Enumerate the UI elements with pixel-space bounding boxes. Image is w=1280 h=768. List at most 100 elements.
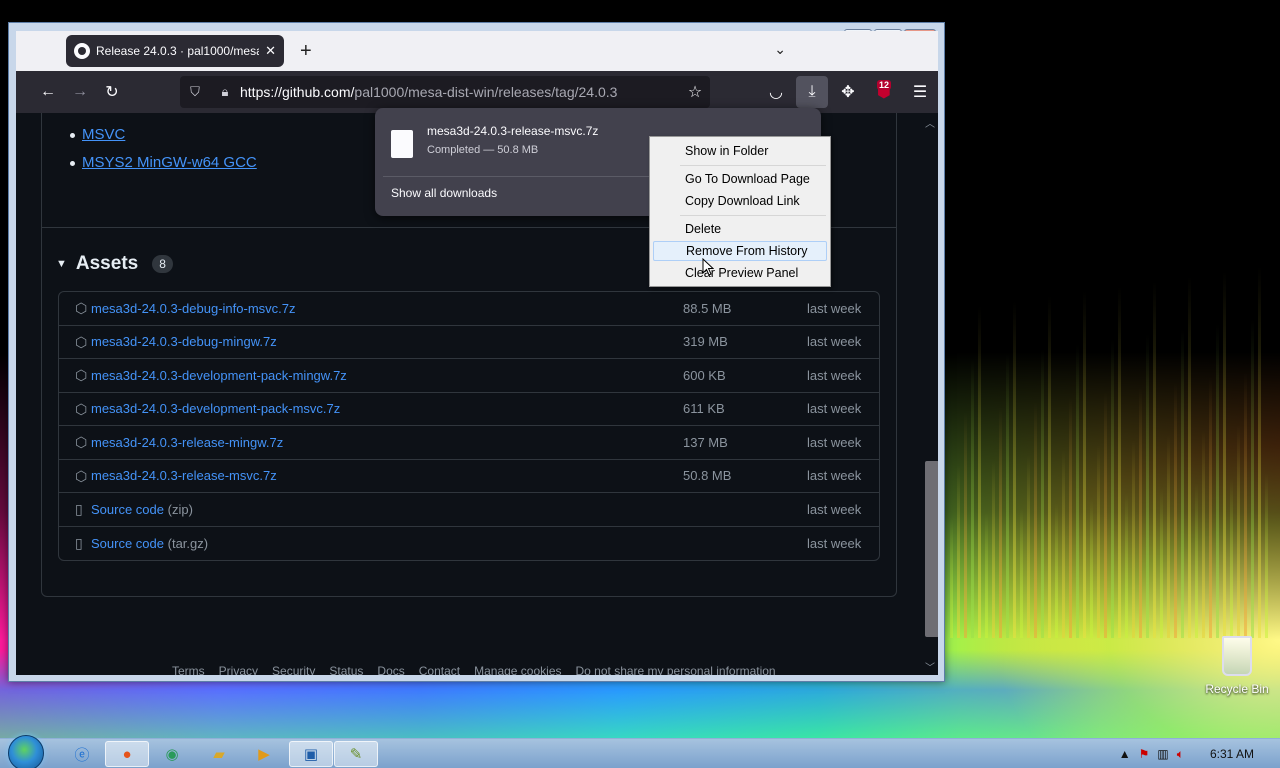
wallpaper-bar <box>957 465 960 638</box>
media-player-taskbar-icon[interactable]: ▶ <box>242 741 286 767</box>
tab-release[interactable]: Release 24.0.3 · pal1000/mesa-d ✕ <box>66 35 284 67</box>
network-icon[interactable]: ▥ <box>1157 747 1168 761</box>
wallpaper-bar <box>1160 488 1163 638</box>
link-msys2-mingw[interactable]: MSYS2 MinGW-w64 GCC <box>82 154 257 171</box>
volume-muted-icon[interactable]: 🔈︎ <box>1177 747 1184 762</box>
scroll-down-icon[interactable]: ﹀ <box>925 659 935 674</box>
package-icon: ⬡ <box>75 300 88 316</box>
asset-size: 611 KB <box>683 401 725 417</box>
table-row: ⬡ mesa3d-24.0.3-release-mingw.7z 137 MB las… <box>59 426 879 460</box>
asset-date: last week <box>807 367 862 383</box>
reload-button[interactable]: ↻ <box>96 76 128 108</box>
notepad-taskbar-icon[interactable]: ✎ <box>334 741 378 767</box>
ublock-origin-icon[interactable]: ⬢ 12 <box>868 76 900 108</box>
github-icon <box>74 43 90 59</box>
clock[interactable]: 6:31 AM <box>1210 747 1254 761</box>
forward-button[interactable]: → <box>64 76 96 108</box>
menu-item-remove-from-history[interactable]: Remove From History <box>653 241 827 261</box>
wallpaper-bar <box>1118 286 1121 638</box>
downloads-button[interactable]: ⤓ <box>796 76 828 108</box>
download-file-name[interactable]: mesa3d-24.0.3-release-msvc.7z <box>427 124 598 138</box>
pocket-icon[interactable]: ◡ <box>760 76 792 108</box>
recycle-bin-shortcut[interactable]: Recycle Bin <box>1200 636 1274 696</box>
file-zip-icon: ▯ <box>75 501 83 517</box>
package-icon: ⬡ <box>75 400 88 417</box>
footer-link[interactable]: Contact <box>419 664 460 675</box>
start-button[interactable] <box>8 735 44 768</box>
footer-link[interactable]: Terms <box>172 664 205 675</box>
wallpaper-bar <box>1237 425 1240 638</box>
asset-name: Source code <box>91 501 164 517</box>
asset-link[interactable]: mesa3d-24.0.3-debug-info-msvc.7z <box>91 301 296 316</box>
mouse-cursor-icon <box>702 258 714 276</box>
wallpaper-bar <box>1230 478 1233 638</box>
menu-item-go-to-download-page[interactable]: Go To Download Page <box>653 169 827 189</box>
asset-size: 319 MB <box>683 334 728 350</box>
menu-item-clear-preview-panel[interactable]: Clear Preview Panel <box>653 263 827 283</box>
wallpaper-bar <box>1013 301 1016 638</box>
asset-name: Source code <box>91 535 164 551</box>
package-icon: ⬡ <box>75 367 88 383</box>
action-center-flag-icon[interactable]: ⚑ <box>1139 747 1150 761</box>
asset-link[interactable]: Source code (zip) <box>91 502 193 517</box>
remote-desktop-taskbar-icon[interactable]: ▣ <box>289 741 333 767</box>
footer-link[interactable]: Do not share my personal information <box>576 664 776 675</box>
tracking-protection-shield-icon[interactable]: ⛉ <box>180 84 210 100</box>
assets-summary[interactable]: ▼ Assets 8 <box>56 253 173 275</box>
wallpaper-bar <box>1062 450 1065 638</box>
scroll-up-icon[interactable]: ︿ <box>925 115 935 130</box>
menu-item-show-in-folder[interactable]: Show in Folder <box>653 141 827 161</box>
footer-link[interactable]: Privacy <box>219 664 258 675</box>
list-all-tabs-button[interactable]: ⌄ <box>774 41 786 58</box>
file-explorer-taskbar-icon[interactable]: ▰ <box>197 741 241 767</box>
wallpaper-bar <box>1041 349 1044 638</box>
show-all-downloads-button[interactable]: Show all downloads <box>391 186 497 200</box>
app-menu-icon[interactable]: ☰ <box>904 76 936 108</box>
bookmark-star-icon[interactable]: ☆ <box>680 82 710 102</box>
show-hidden-icons-icon[interactable]: ▲ <box>1119 747 1131 761</box>
wallpaper-bar <box>971 359 974 638</box>
asset-link[interactable]: mesa3d-24.0.3-debug-mingw.7z <box>91 334 277 349</box>
scrollbar[interactable]: ︿ ﹀ <box>921 113 938 675</box>
package-icon: ⬡ <box>75 333 88 350</box>
asset-link[interactable]: mesa3d-24.0.3-release-mingw.7z <box>91 435 283 450</box>
assets-count-badge: 8 <box>152 255 173 273</box>
close-tab-icon[interactable]: ✕ <box>265 43 276 59</box>
scroll-thumb[interactable] <box>925 461 938 637</box>
wallpaper-bar <box>1125 493 1128 638</box>
lock-icon[interactable]: 🔒︎ <box>210 84 240 100</box>
wallpaper-bar <box>1146 334 1149 638</box>
back-button[interactable]: ← <box>32 76 64 108</box>
menu-item-copy-download-link[interactable]: Copy Download Link <box>653 191 827 211</box>
asset-link[interactable]: Source code (tar.gz) <box>91 536 208 551</box>
footer-link[interactable]: Security <box>272 664 315 675</box>
new-tab-button[interactable]: + <box>300 40 312 63</box>
wallpaper-bar <box>1139 387 1142 638</box>
footer-link[interactable]: Status <box>329 664 363 675</box>
wallpaper-bar <box>1006 354 1009 638</box>
asset-date: last week <box>807 535 862 551</box>
wallpaper-bar <box>1223 271 1226 638</box>
url-text[interactable]: https://github.com/pal1000/mesa-dist-win… <box>240 84 680 100</box>
asset-date: last week <box>807 434 862 450</box>
url-path: pal1000/mesa-dist-win/releases/tag/24.0.… <box>354 84 618 100</box>
asset-link[interactable]: mesa3d-24.0.3-development-pack-msvc.7z <box>91 401 340 416</box>
extensions-icon[interactable]: ✥ <box>832 76 864 108</box>
footer-link[interactable]: Docs <box>377 664 404 675</box>
asset-date: last week <box>807 334 862 350</box>
media-center-taskbar-icon[interactable]: ◉ <box>150 741 194 767</box>
wallpaper-bar <box>1258 266 1261 638</box>
install-links-list: MSVC MSYS2 MinGW-w64 GCC <box>70 123 257 179</box>
wallpaper-bar <box>1153 281 1156 638</box>
asset-link[interactable]: mesa3d-24.0.3-development-pack-mingw.7z <box>91 368 347 383</box>
asset-link[interactable]: mesa3d-24.0.3-release-msvc.7z <box>91 468 277 483</box>
wallpaper-bar <box>1090 498 1093 638</box>
url-bar[interactable]: ⛉ 🔒︎ https://github.com/pal1000/mesa-dis… <box>180 76 710 108</box>
caret-down-icon: ▼ <box>56 258 67 270</box>
system-tray: ▲ ⚑ ▥ 🔈︎ 6:31 AM <box>1119 739 1280 768</box>
internet-explorer-taskbar-icon[interactable]: ⓔ <box>60 741 104 767</box>
footer-link[interactable]: Manage cookies <box>474 664 561 675</box>
link-msvc[interactable]: MSVC <box>82 126 125 143</box>
firefox-taskbar-icon[interactable]: ● <box>105 741 149 767</box>
menu-item-delete[interactable]: Delete <box>653 219 827 239</box>
